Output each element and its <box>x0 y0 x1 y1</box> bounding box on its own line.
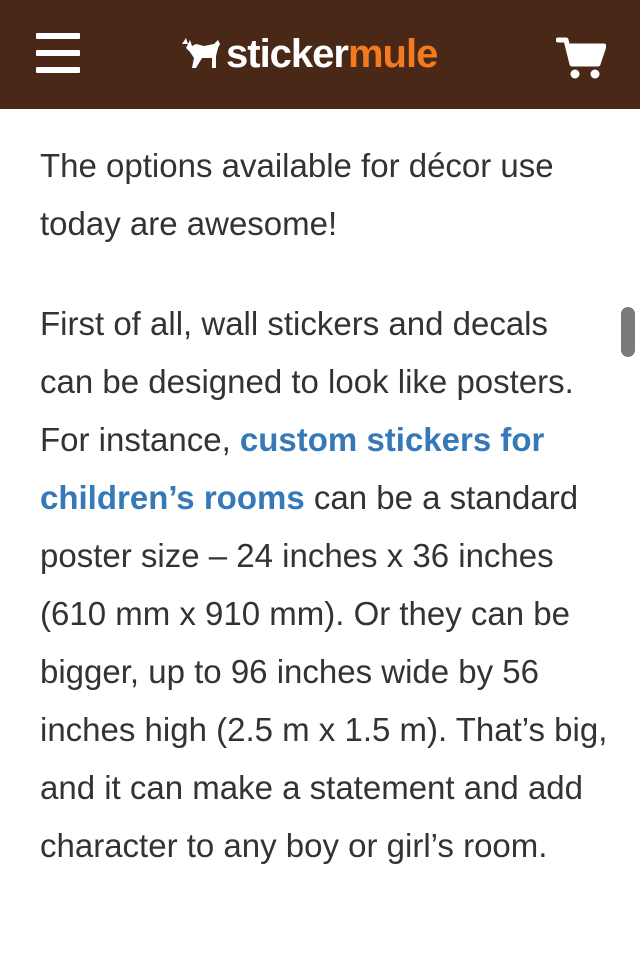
article-paragraph: The options available for décor use toda… <box>40 147 554 242</box>
stickermule-logo[interactable]: stickermule <box>180 26 438 82</box>
article-paragraph: First of all, wall stickers and decals c… <box>40 295 610 875</box>
logo-text-sticker: sticker <box>226 32 349 76</box>
cart-button[interactable] <box>555 36 607 80</box>
hamburger-icon <box>36 33 80 39</box>
hamburger-icon-bar <box>36 67 80 73</box>
shopping-cart-icon <box>555 37 607 79</box>
scrollbar-thumb[interactable] <box>621 307 635 357</box>
article-content: The options available for décor use toda… <box>0 109 640 959</box>
hamburger-icon-bar <box>36 50 80 56</box>
logo-text-mule: mule <box>347 32 438 76</box>
paragraph-text: can be a standard poster size – 24 inche… <box>40 479 608 864</box>
menu-button[interactable] <box>36 33 82 73</box>
top-nav-bar: stickermule <box>0 0 640 109</box>
mule-icon <box>182 38 220 68</box>
